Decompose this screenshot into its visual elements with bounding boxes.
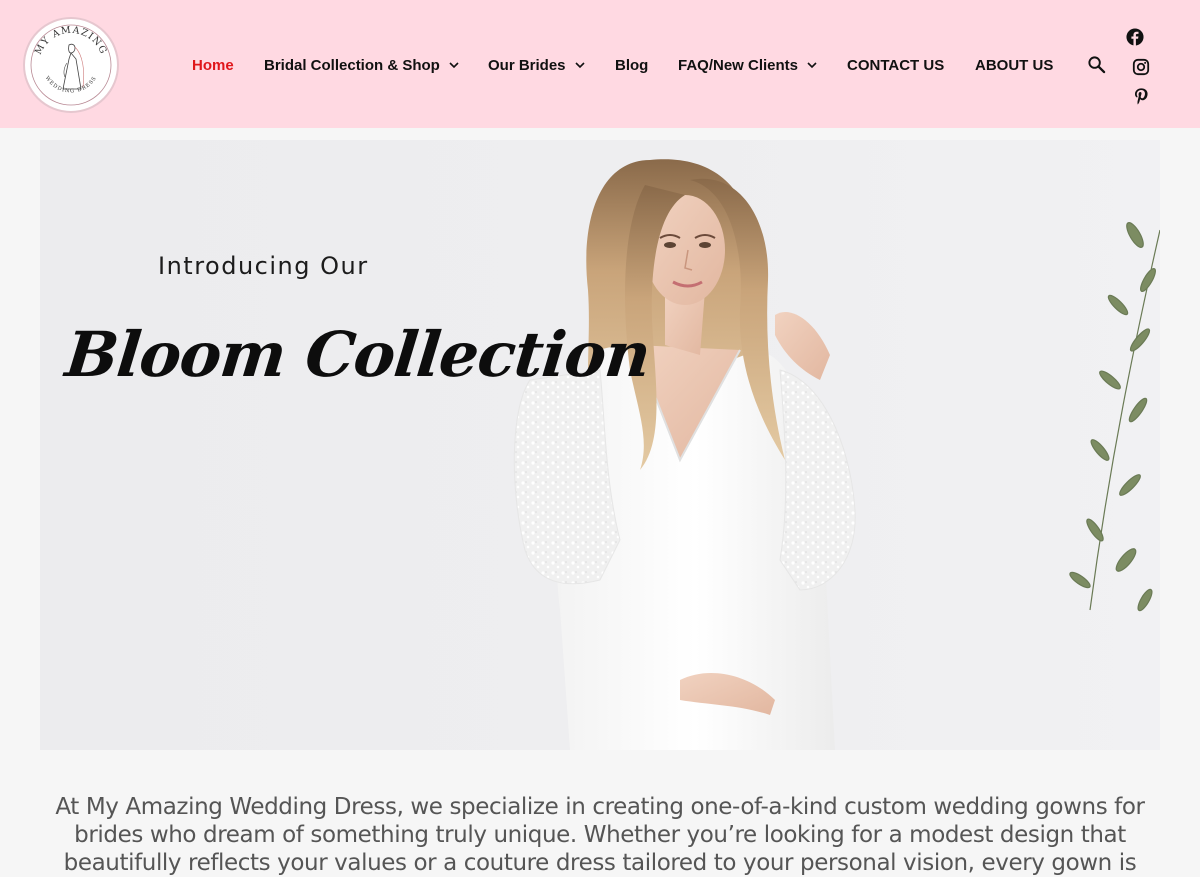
instagram-icon[interactable]	[1132, 58, 1150, 76]
nav-about-us-label: ABOUT US	[975, 56, 1054, 74]
logo-bottom-text: WEDDING DRESS	[44, 75, 97, 94]
nav-our-brides[interactable]: Our Brides	[488, 55, 586, 75]
nav-home-label: Home	[192, 56, 234, 74]
facebook-icon[interactable]	[1126, 28, 1144, 46]
svg-text:MY AMAZING: MY AMAZING	[33, 25, 109, 57]
hero-intro-text: Introducing Our	[158, 252, 369, 280]
bride-logo-icon: MY AMAZING WEDDING DRESS	[30, 24, 112, 106]
hero-title: Bloom Collection	[62, 318, 654, 391]
nav-our-brides-label: Our Brides	[488, 56, 566, 74]
nav-faq[interactable]: FAQ/New Clients	[678, 55, 818, 75]
chevron-down-icon	[574, 62, 585, 69]
nav-blog[interactable]: Blog	[615, 55, 648, 75]
intro-paragraph: At My Amazing Wedding Dress, we speciali…	[55, 794, 1145, 876]
nav-bridal-collection-label: Bridal Collection & Shop	[264, 56, 440, 74]
search-icon[interactable]	[1087, 55, 1106, 74]
olive-branch-decoration	[1069, 222, 1160, 612]
nav-bridal-collection[interactable]: Bridal Collection & Shop	[264, 55, 460, 75]
logo-top-text: MY AMAZING	[33, 25, 108, 57]
pinterest-icon[interactable]	[1132, 87, 1150, 105]
bride-photo	[513, 159, 1160, 750]
site-logo[interactable]: MY AMAZING WEDDING DRESS	[23, 17, 119, 113]
site-header: MY AMAZING WEDDING DRESS Home Bridal Col…	[0, 0, 1200, 128]
nav-contact-us[interactable]: CONTACT US	[847, 55, 944, 75]
chevron-down-icon	[449, 62, 459, 69]
nav-about-us[interactable]: ABOUT US	[975, 55, 1053, 75]
nav-contact-us-label: CONTACT US	[847, 56, 945, 74]
svg-text:WEDDING DRESS: WEDDING DRESS	[44, 75, 98, 94]
chevron-down-icon	[807, 62, 817, 69]
hero-banner[interactable]: Introducing Our Bloom Collection	[40, 140, 1160, 750]
nav-home[interactable]: Home	[192, 55, 234, 75]
nav-faq-label: FAQ/New Clients	[678, 56, 799, 74]
nav-blog-label: Blog	[615, 56, 649, 74]
